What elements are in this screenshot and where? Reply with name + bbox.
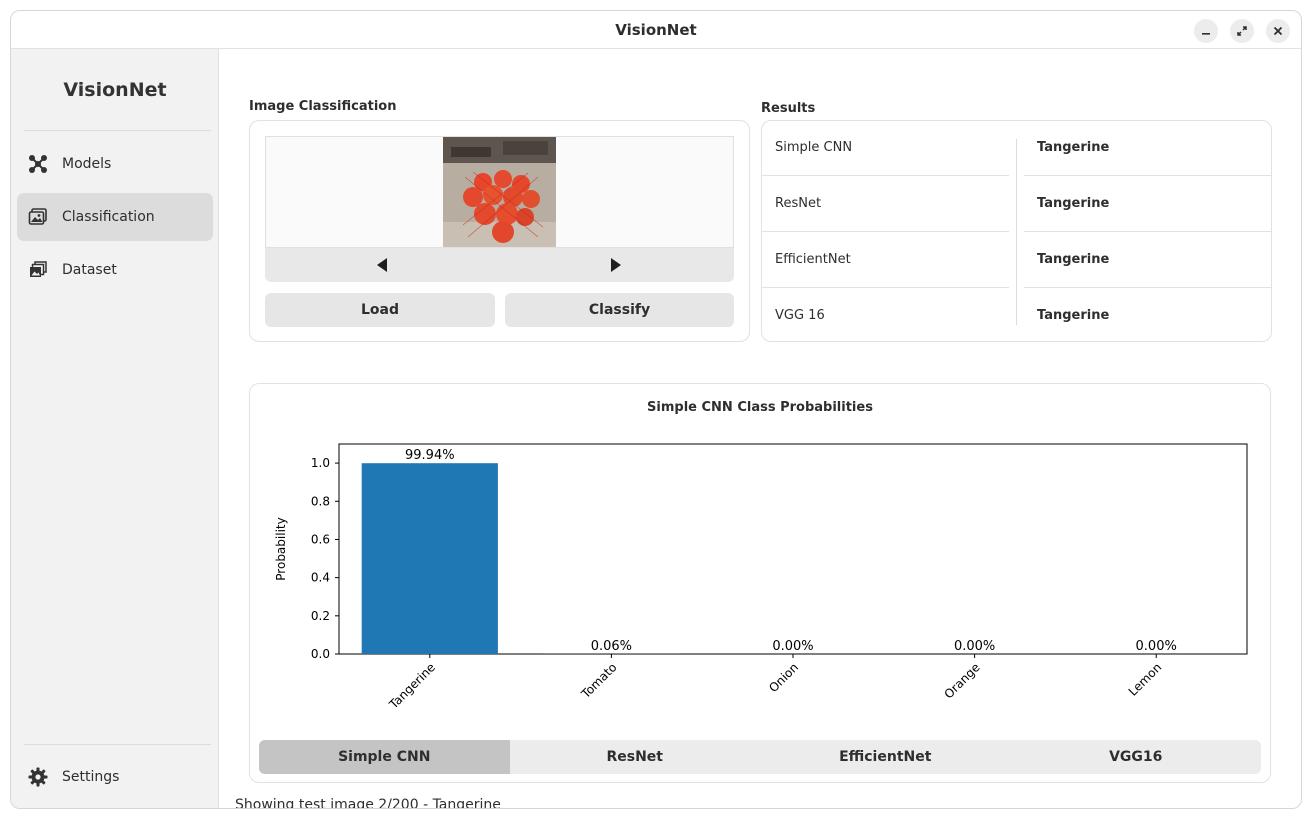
models-icon [28,154,48,174]
model-tabs: Simple CNN ResNet EfficientNet VGG16 [259,740,1261,774]
triangle-left-icon [377,258,387,272]
sidebar-item-models[interactable]: Models [17,140,213,188]
status-text: Showing test image 2/200 - Tangerine [235,797,501,809]
classify-button[interactable]: Classify [505,293,734,327]
sidebar: VisionNet Models Classification Dataset … [11,49,219,808]
sidebar-app-name: VisionNet [63,79,167,101]
y-axis-label: Probability [274,517,288,580]
y-tick-label: 0.0 [311,647,330,661]
sidebar-item-dataset[interactable]: Dataset [17,246,213,294]
result-prediction: Tangerine [1037,252,1110,267]
x-tick-label: Lemon [1126,660,1165,699]
dataset-icon [28,260,48,280]
close-icon [1273,26,1283,36]
x-tick-label: Tangerine [386,660,438,712]
title-bar: VisionNet [11,11,1301,49]
minimize-icon [1202,33,1210,35]
sidebar-item-settings[interactable]: Settings [17,753,213,801]
tab-vgg16[interactable]: VGG16 [1011,740,1262,774]
main-content: Image Classification Load Classify Resul… [220,49,1301,809]
x-tick-label: Onion [766,660,801,695]
result-prediction: Tangerine [1037,140,1110,155]
image-classification-card: Load Classify [249,120,750,342]
minimize-button[interactable] [1194,19,1218,43]
result-model-name: EfficientNet [775,252,851,267]
next-image-button[interactable] [608,257,624,273]
bar-value-label: 0.00% [1136,639,1177,654]
window-title: VisionNet [615,21,697,39]
row-divider [1024,231,1272,232]
y-tick-label: 0.8 [311,494,330,508]
test-image [443,137,556,247]
tab-simple-cnn[interactable]: Simple CNN [259,740,510,774]
bar-value-label: 0.00% [772,639,813,654]
load-button[interactable]: Load [265,293,495,327]
results-row: ResNet Tangerine [762,177,1272,233]
sidebar-item-label: Models [62,156,112,172]
y-tick-label: 0.6 [311,532,330,546]
restore-icon [1237,26,1247,36]
result-prediction: Tangerine [1037,196,1110,211]
y-tick-label: 1.0 [311,456,330,470]
sidebar-item-label: Classification [62,209,155,225]
tab-efficientnet[interactable]: EfficientNet [760,740,1011,774]
bar-value-label: 0.00% [954,639,995,654]
results-row: VGG 16 Tangerine [762,289,1272,345]
tab-resnet[interactable]: ResNet [510,740,761,774]
bar [361,463,498,654]
result-model-name: Simple CNN [775,140,853,155]
row-divider [762,287,1009,288]
results-row: Simple CNN Tangerine [762,121,1272,177]
row-divider [1024,287,1272,288]
app-window: VisionNet VisionNet Models Classificatio… [10,10,1302,809]
row-divider [1024,175,1272,176]
sidebar-divider [24,130,211,131]
bar-value-label: 0.06% [591,639,632,654]
previous-image-button[interactable] [374,257,390,273]
result-model-name: VGG 16 [775,308,825,323]
x-tick-label: Orange [941,660,982,701]
row-divider [762,175,1009,176]
y-tick-label: 0.4 [311,571,330,585]
probability-chart: 0.0 0.2 0.4 0.6 0.8 1.0 Probability 99.94% Tange… [274,443,1248,712]
result-model-name: ResNet [775,196,822,211]
image-icon [28,207,48,227]
sidebar-item-label: Settings [62,769,120,785]
result-prediction: Tangerine [1037,308,1110,323]
maximize-button[interactable] [1230,19,1254,43]
results-card: Simple CNN Tangerine ResNet Tangerine Ef… [761,120,1272,342]
image-viewer [265,136,734,248]
triangle-right-icon [611,258,621,272]
image-navigation-bar [265,248,734,282]
sidebar-item-label: Dataset [62,262,117,278]
sidebar-item-classification[interactable]: Classification [17,193,213,241]
x-tick-label: Tomato [578,660,620,702]
y-tick-label: 0.2 [311,609,330,623]
gear-icon [28,767,48,787]
close-button[interactable] [1266,19,1290,43]
results-row: EfficientNet Tangerine [762,233,1272,289]
chart-card: Simple CNN Class Probabilities 0.0 0.2 0.4… [249,383,1271,783]
bar-value-label: 99.94% [405,448,455,463]
row-divider [762,231,1009,232]
results-title: Results [761,101,816,116]
image-classification-title: Image Classification [249,99,397,114]
sidebar-divider [24,744,211,745]
